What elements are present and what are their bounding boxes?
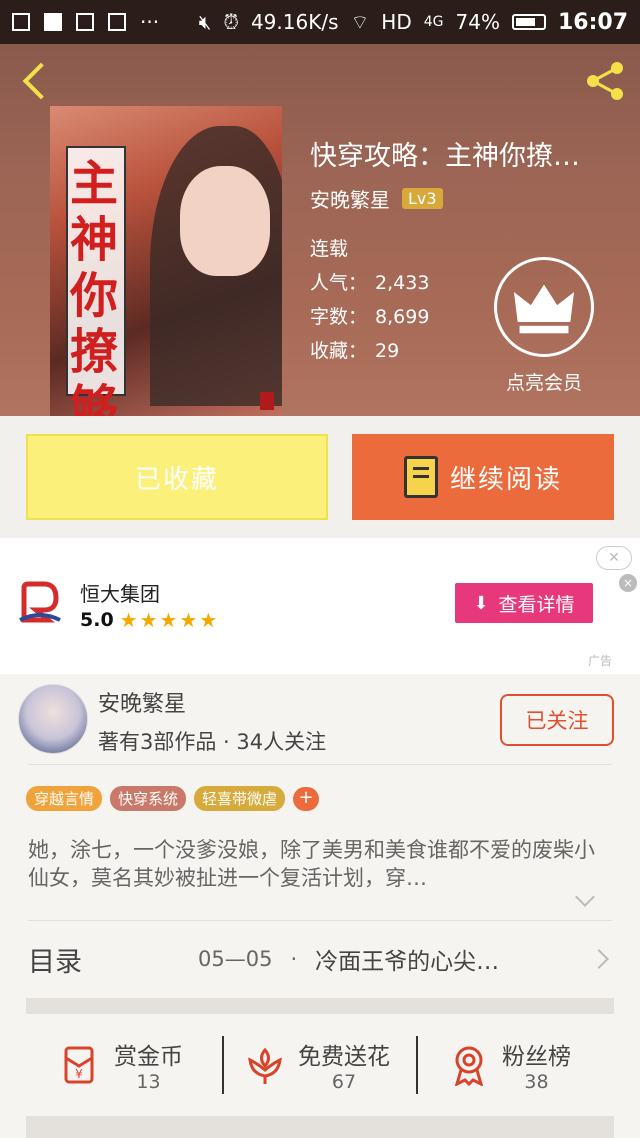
avatar[interactable] [18, 684, 88, 754]
message-icon [76, 13, 94, 31]
fan-ranking-count: 38 [524, 1071, 549, 1093]
book-intro[interactable]: 她，涂七，一个没爹没娘，除了美男和美食谁都不爱的废柴小仙女，莫名其妙被扯进一个复… [28, 836, 612, 892]
hd-label: HD [381, 10, 412, 34]
words-row: 字数： 8,699 [310, 300, 429, 334]
book-intro-text: 她，涂七，一个没爹没娘，除了美男和美食谁都不爱的废柴小仙女，莫名其妙被扯进一个复… [28, 838, 595, 890]
author-meta: 著有3部作品 · 34人关注 [98, 730, 327, 754]
popularity-value: 2,433 [375, 272, 430, 294]
battery-icon [511, 14, 546, 30]
red-envelope-icon: ¥ [64, 1046, 94, 1084]
signal-icon: 4G [423, 14, 444, 30]
fan-ranking-text: 粉丝榜 38 [502, 1037, 571, 1093]
collect-row: 收藏： 29 [310, 334, 429, 368]
section-divider [26, 1116, 614, 1138]
ad-stars: ★★★★★ [119, 608, 220, 632]
fan-ranking-button[interactable]: 粉丝榜 38 [448, 1034, 571, 1096]
battery-fill [515, 18, 536, 26]
divider [222, 1036, 224, 1094]
divider [416, 1036, 418, 1094]
battery-percent: 74% [455, 10, 500, 34]
words-label: 字数： [310, 306, 368, 328]
follow-button[interactable]: 已关注 [500, 694, 614, 746]
send-flower-count: 67 [331, 1071, 357, 1093]
book-title: 快穿攻略：主神你撩… [310, 141, 580, 172]
chevron-right-icon [596, 948, 612, 970]
latest-chapter-date: 05—05 [198, 947, 273, 971]
image-icon [12, 13, 30, 31]
words-value: 8,699 [375, 306, 430, 328]
author-row: 安晚繁星 Lv3 [310, 184, 443, 213]
vip-label[interactable]: 点亮会员 [494, 368, 594, 395]
ad-dismiss-icon[interactable]: × [619, 574, 637, 592]
back-icon[interactable] [20, 62, 50, 102]
clock: 16:07 [557, 9, 628, 35]
send-flower-text: 免费送花 67 [298, 1037, 390, 1093]
action-buttons: 已收藏 继续阅读 [0, 416, 640, 538]
table-of-contents-row[interactable]: 目录 05—05 · 冷面王爷的心尖… [28, 934, 612, 984]
ad-details-label: 查看详情 [498, 593, 575, 616]
mute-icon: 🔇︎ [198, 10, 212, 34]
svg-text:¥: ¥ [75, 1067, 83, 1081]
chevron-down-icon[interactable] [574, 890, 596, 912]
tag-item[interactable]: 轻喜带微虐 [194, 786, 286, 811]
toc-label: 目录 [28, 946, 82, 978]
serial-status: 连载 [310, 238, 349, 260]
cover-title: 主神你撩够了没 [70, 156, 119, 418]
ad-tag: 广告 [588, 654, 613, 668]
tag-item[interactable]: 快穿系统 [110, 786, 187, 811]
support-actions: ¥ 赏金币 13 免费送花 67 粉丝榜 38 [0, 1014, 640, 1120]
status-bar: ··· 🔇︎ ⏰︎ 49.16K/s ⌔ HD 4G 74% 16:07 [0, 0, 640, 44]
download-icon: ⬇ [473, 592, 489, 614]
author-card: 安晚繁星 著有3部作品 · 34人关注 已关注 穿越言情 快穿系统 轻喜带微虐 … [0, 674, 640, 1038]
collect-label: 收藏： [310, 340, 368, 362]
popularity-label: 人气： [310, 272, 368, 294]
alarm-icon: ⏰︎ [223, 10, 239, 34]
tag-item[interactable]: 穿越言情 [26, 786, 103, 811]
collect-value: 29 [375, 340, 400, 362]
level-badge: Lv3 [402, 188, 443, 209]
author-name[interactable]: 安晚繁星 [98, 686, 186, 718]
book-header: 主神你撩够了没 快穿攻略：主神你撩… 安晚繁星 Lv3 连载 人气： 2,433 … [0, 44, 640, 418]
company-logo-icon [19, 581, 61, 623]
ad-rating: 5.0 ★★★★★ [80, 608, 219, 632]
cover-face [180, 166, 270, 276]
ad-details-button[interactable]: ⬇ 查看详情 [455, 583, 593, 623]
square-icon [44, 13, 62, 31]
crown-icon[interactable] [494, 257, 594, 357]
separator-dot: · [290, 947, 298, 971]
send-flower-button[interactable]: 免费送花 67 [244, 1034, 390, 1096]
latest-chapter-title: 冷面王爷的心尖… [315, 949, 500, 975]
cover-stamp [260, 392, 274, 410]
continue-reading-label: 继续阅读 [449, 464, 562, 495]
book-stats: 连载 人气： 2,433 字数： 8,699 收藏： 29 [310, 232, 429, 368]
divider [28, 920, 612, 921]
flower-icon [248, 1047, 282, 1084]
net-speed: 49.16K/s [250, 10, 339, 34]
divider [28, 764, 612, 765]
continue-reading-button[interactable]: 继续阅读 [352, 434, 614, 520]
tip-coins-count: 13 [136, 1071, 161, 1093]
book-author[interactable]: 安晚繁星 [310, 184, 390, 213]
fan-ranking-label: 粉丝榜 [502, 1044, 571, 1070]
ad-company: 恒大集团 [80, 582, 160, 606]
ad-close-button[interactable]: ✕ [596, 546, 632, 570]
tip-coins-text: 赏金币 13 [114, 1037, 183, 1093]
favorite-button[interactable]: 已收藏 [26, 434, 328, 520]
more-icon: ··· [140, 10, 160, 34]
book-icon [403, 456, 438, 498]
tag-list: 穿越言情 快穿系统 轻喜带微虐 + [26, 786, 320, 811]
book-cover[interactable]: 主神你撩够了没 [50, 106, 282, 418]
tip-coins-button[interactable]: ¥ 赏金币 13 [60, 1034, 183, 1096]
ad-banner[interactable]: 恒大集团 5.0 ★★★★★ ⬇ 查看详情 ✕ × 广告 [0, 538, 640, 674]
section-divider [26, 998, 614, 1014]
share-icon[interactable] [582, 58, 628, 104]
popularity-row: 人气： 2,433 [310, 266, 429, 300]
card-icon [108, 13, 126, 31]
send-flower-label: 免费送花 [298, 1044, 390, 1070]
medal-icon [454, 1046, 484, 1086]
wifi-icon: ⌔ [350, 9, 370, 34]
tip-coins-label: 赏金币 [114, 1044, 183, 1070]
add-tag-button[interactable]: + [293, 786, 320, 811]
ad-rating-value: 5.0 [80, 609, 114, 631]
